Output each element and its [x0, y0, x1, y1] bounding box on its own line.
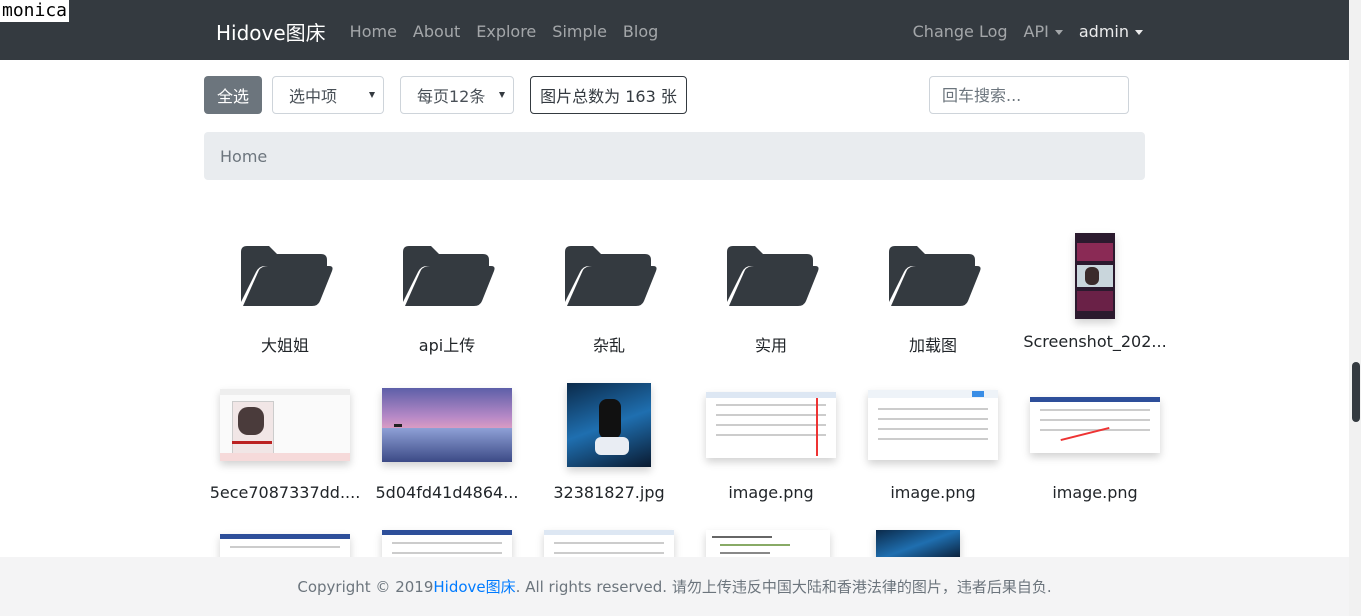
per-page-value: 每页12条 — [417, 87, 486, 106]
image-item[interactable]: image.png — [690, 375, 852, 505]
image-thumbnail — [852, 375, 1014, 475]
image-item[interactable]: 5ece7087337dd.... — [204, 375, 366, 505]
nav-explore-link[interactable]: Explore — [476, 22, 536, 41]
image-item[interactable] — [528, 530, 690, 560]
image-item[interactable]: Screenshot_202... — [1014, 220, 1176, 360]
monica-overlay-label: monica — [0, 0, 70, 22]
folder-icon — [204, 220, 366, 332]
nav-changelog-link[interactable]: Change Log — [913, 22, 1008, 41]
image-label: 32381827.jpg — [553, 483, 665, 502]
selected-items-value: 选中项 — [289, 87, 338, 106]
image-item[interactable]: image.png — [852, 375, 1014, 505]
image-thumbnail — [204, 375, 366, 475]
image-item[interactable]: 32381827.jpg — [528, 375, 690, 505]
screenshot-image — [220, 389, 350, 461]
folder-label: api上传 — [418, 336, 476, 355]
image-thumbnail — [1014, 220, 1176, 332]
footer-notice: . All rights reserved. 请勿上传违反中国大陆和香港法律的图… — [515, 578, 1052, 596]
screenshot-image — [706, 392, 836, 458]
nav-about-link[interactable]: About — [413, 22, 460, 41]
search-input[interactable] — [929, 76, 1129, 114]
select-all-button[interactable]: 全选 — [204, 76, 262, 114]
select-arrow-icon — [499, 92, 505, 98]
image-item[interactable] — [204, 530, 366, 564]
footer-brand-link[interactable]: Hidove图床 — [433, 576, 515, 597]
screenshot-image — [868, 390, 998, 460]
anime-image — [567, 383, 651, 467]
footer: Copyright © 2019 Hidove图床. All rights re… — [0, 557, 1349, 616]
folder-icon — [366, 220, 528, 332]
caret-down-icon — [1135, 29, 1143, 35]
folder-item[interactable]: 大姐姐 — [204, 220, 366, 360]
image-thumbnail — [690, 375, 852, 475]
code-screenshot-image — [706, 530, 830, 560]
folder-item[interactable]: 杂乱 — [528, 220, 690, 360]
image-label: 5d04fd41d4864... — [375, 483, 519, 502]
select-arrow-icon — [369, 92, 375, 98]
folder-icon — [852, 220, 1014, 332]
folder-label: 杂乱 — [592, 336, 625, 355]
image-item[interactable]: 5d04fd41d4864... — [366, 375, 528, 505]
brand-link[interactable]: Hidove图床 — [216, 17, 326, 46]
phone-screenshot-image — [1075, 233, 1115, 319]
breadcrumb-home[interactable]: Home — [220, 147, 267, 166]
navbar-right: Change Log API admin — [913, 22, 1143, 41]
nav-home-link[interactable]: Home — [350, 22, 397, 41]
screenshot-image — [544, 530, 674, 560]
scrollbar-thumb[interactable] — [1352, 362, 1360, 422]
toolbar: 全选 选中项 每页12条 图片总数为 163 张 — [204, 76, 1145, 114]
image-thumbnail — [366, 375, 528, 475]
folder-icon — [528, 220, 690, 332]
breadcrumb: Home — [204, 132, 1145, 180]
screenshot-image — [382, 530, 512, 560]
nav-api-dropdown[interactable]: API — [1024, 22, 1063, 41]
folder-label: 实用 — [754, 336, 787, 355]
nav-user-dropdown[interactable]: admin — [1079, 22, 1143, 41]
folder-item[interactable]: 实用 — [690, 220, 852, 360]
folder-label: 大姐姐 — [260, 336, 309, 355]
image-label: image.png — [890, 483, 976, 502]
image-label: image.png — [1052, 483, 1138, 502]
image-item[interactable]: image.png — [1014, 375, 1176, 505]
image-thumbnail — [528, 375, 690, 475]
folder-label: 加载图 — [908, 336, 957, 355]
page-scrollbar[interactable] — [1349, 0, 1361, 616]
image-label: 5ece7087337dd.... — [209, 483, 361, 502]
image-item[interactable] — [852, 530, 1014, 560]
selected-items-select[interactable]: 选中项 — [272, 76, 384, 114]
image-item[interactable] — [690, 530, 852, 560]
per-page-select[interactable]: 每页12条 — [400, 76, 514, 114]
navbar-content: Hidove图床 Home About Explore Simple Blog … — [216, 14, 1143, 48]
sunset-image — [382, 388, 512, 462]
folder-icon — [690, 220, 852, 332]
nav-user-label: admin — [1078, 21, 1129, 41]
top-navbar: Hidove图床 Home About Explore Simple Blog … — [0, 0, 1361, 60]
total-images-button[interactable]: 图片总数为 163 张 — [530, 76, 687, 114]
image-label: image.png — [728, 483, 814, 502]
anime-image — [876, 530, 960, 560]
nav-api-label: API — [1023, 21, 1049, 41]
screenshot-image — [1030, 397, 1160, 453]
image-thumbnail — [1014, 375, 1176, 475]
footer-copyright: Copyright © 2019 — [297, 577, 434, 596]
folder-item[interactable]: 加载图 — [852, 220, 1014, 360]
caret-down-icon — [1054, 29, 1063, 35]
nav-simple-link[interactable]: Simple — [552, 22, 607, 41]
image-item[interactable] — [366, 530, 528, 560]
folder-item[interactable]: api上传 — [366, 220, 528, 360]
nav-blog-link[interactable]: Blog — [623, 22, 658, 41]
image-label: Screenshot_202... — [1023, 332, 1167, 351]
